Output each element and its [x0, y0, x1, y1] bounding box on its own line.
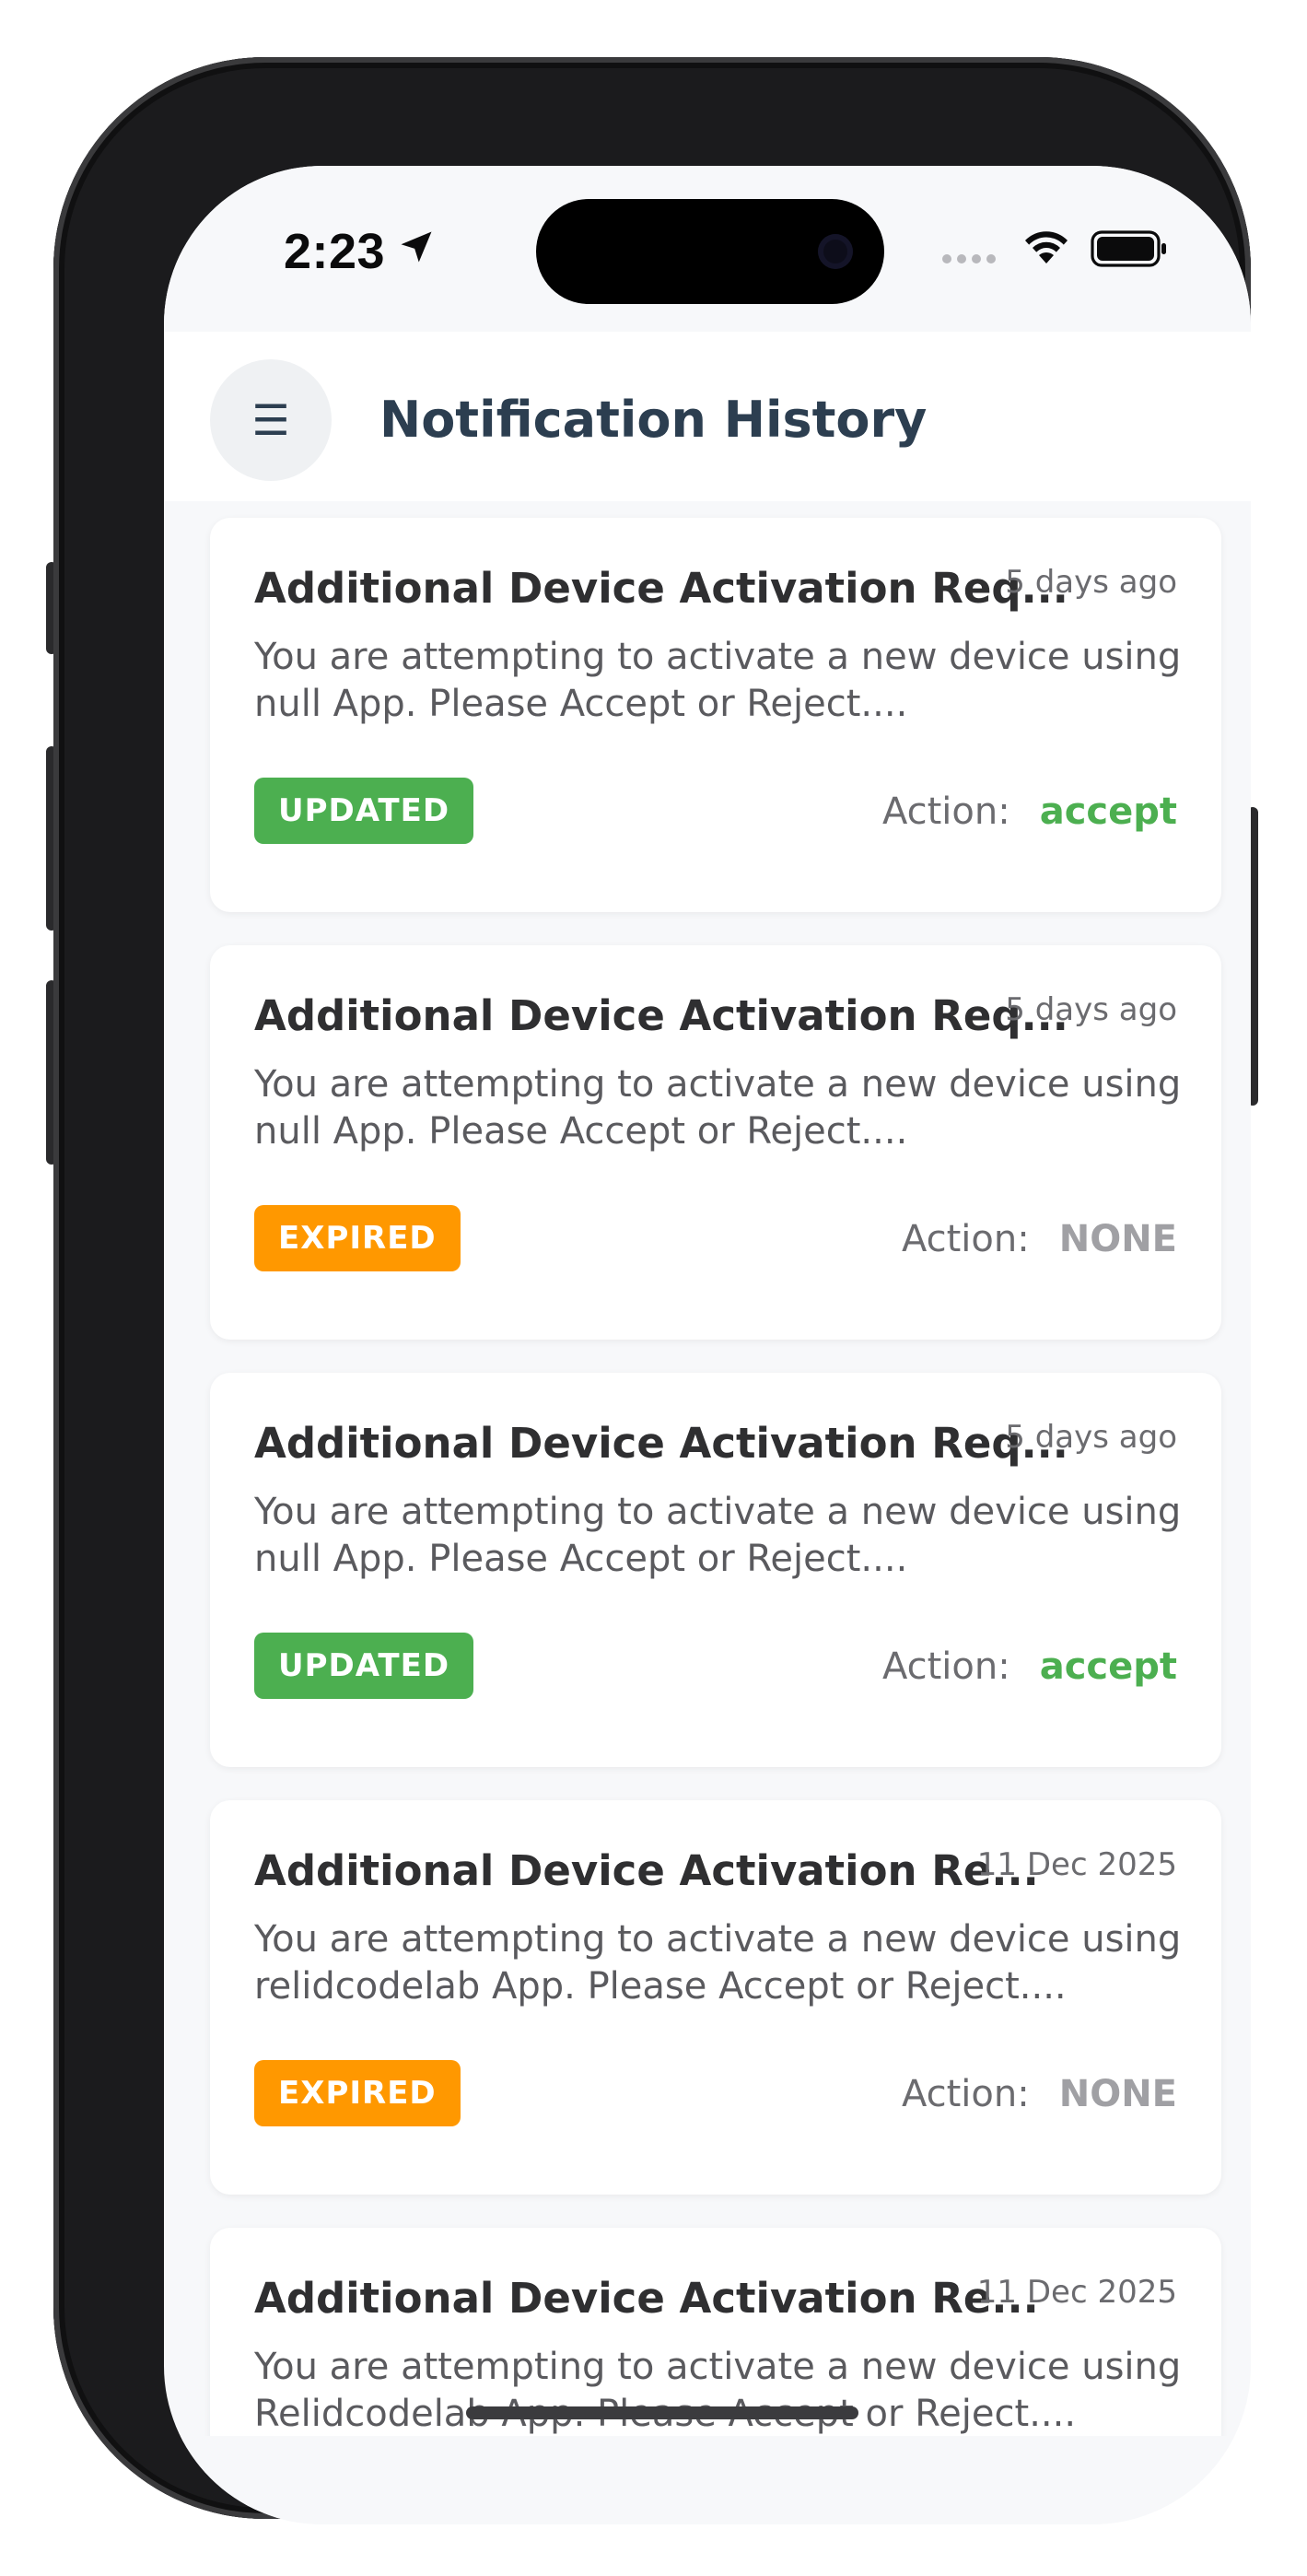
action-label: Action: [881, 1645, 1010, 1688]
phone-screen: 2:23 ☰ Notification History Additional D… [164, 166, 1251, 2524]
notification-card[interactable]: Additional Device Activation Re... 11 De… [210, 2228, 1221, 2436]
home-area [164, 2436, 1251, 2524]
app-header: ☰ Notification History [164, 332, 1251, 501]
status-badge: EXPIRED [254, 1205, 461, 1271]
notification-message: You are attempting to activate a new dev… [254, 1918, 1182, 2008]
action-value: NONE [1058, 1218, 1177, 1260]
action-label: Action: [901, 1218, 1030, 1260]
status-badge: UPDATED [254, 1633, 474, 1699]
notification-title: Additional Device Activation Req... [254, 564, 1068, 613]
battery-full-icon [1091, 230, 1166, 267]
location-arrow-icon [401, 231, 432, 263]
notification-title: Additional Device Activation Req... [254, 991, 1068, 1040]
notification-time: 5 days ago [1005, 564, 1177, 601]
notification-card[interactable]: Additional Device Activation Re... 11 De… [210, 1800, 1221, 2195]
notification-time: 11 Dec 2025 [976, 2274, 1177, 2311]
page-title: Notification History [379, 391, 928, 449]
notification-message: You are attempting to activate a new dev… [254, 2346, 1182, 2435]
menu-button[interactable]: ☰ [210, 359, 332, 481]
camera-icon [818, 234, 853, 269]
dynamic-island [536, 199, 884, 304]
action-row: Action: NONE [902, 1218, 1177, 1260]
status-time: 2:23 [284, 224, 386, 279]
notification-time: 5 days ago [1005, 991, 1177, 1028]
action-row: Action: accept [882, 1645, 1177, 1688]
hamburger-menu-icon: ☰ [251, 395, 290, 445]
notification-time: 11 Dec 2025 [976, 1846, 1177, 1883]
notification-title: Additional Device Activation Re... [254, 2274, 1039, 2323]
notification-title: Additional Device Activation Re... [254, 1846, 1039, 1895]
status-badge: EXPIRED [254, 2060, 461, 2126]
action-row: Action: accept [882, 790, 1177, 833]
notification-message: You are attempting to activate a new dev… [254, 636, 1182, 725]
action-value: NONE [1058, 2073, 1177, 2115]
status-badge: UPDATED [254, 778, 474, 844]
action-label: Action: [881, 790, 1010, 833]
notification-time: 5 days ago [1005, 1419, 1177, 1456]
action-label: Action: [901, 2073, 1030, 2115]
phone-frame: 2:23 ☰ Notification History Additional D… [53, 57, 1251, 2524]
notification-message: You are attempting to activate a new dev… [254, 1491, 1182, 1580]
notification-card[interactable]: Additional Device Activation Req... 5 da… [210, 1373, 1221, 1767]
action-value: accept [1039, 1645, 1177, 1688]
home-indicator[interactable] [466, 2406, 858, 2419]
notification-list[interactable]: Additional Device Activation Req... 5 da… [164, 501, 1251, 2436]
notification-card[interactable]: Additional Device Activation Req... 5 da… [210, 945, 1221, 1340]
wifi-icon [1025, 231, 1068, 263]
notification-card[interactable]: Additional Device Activation Req... 5 da… [210, 518, 1221, 912]
action-value: accept [1039, 790, 1177, 833]
notification-message: You are attempting to activate a new dev… [254, 1063, 1182, 1153]
status-bar: 2:23 [164, 166, 1251, 332]
action-row: Action: NONE [902, 2073, 1177, 2115]
signal-dots-icon [942, 254, 1001, 267]
notification-title: Additional Device Activation Req... [254, 1419, 1068, 1468]
